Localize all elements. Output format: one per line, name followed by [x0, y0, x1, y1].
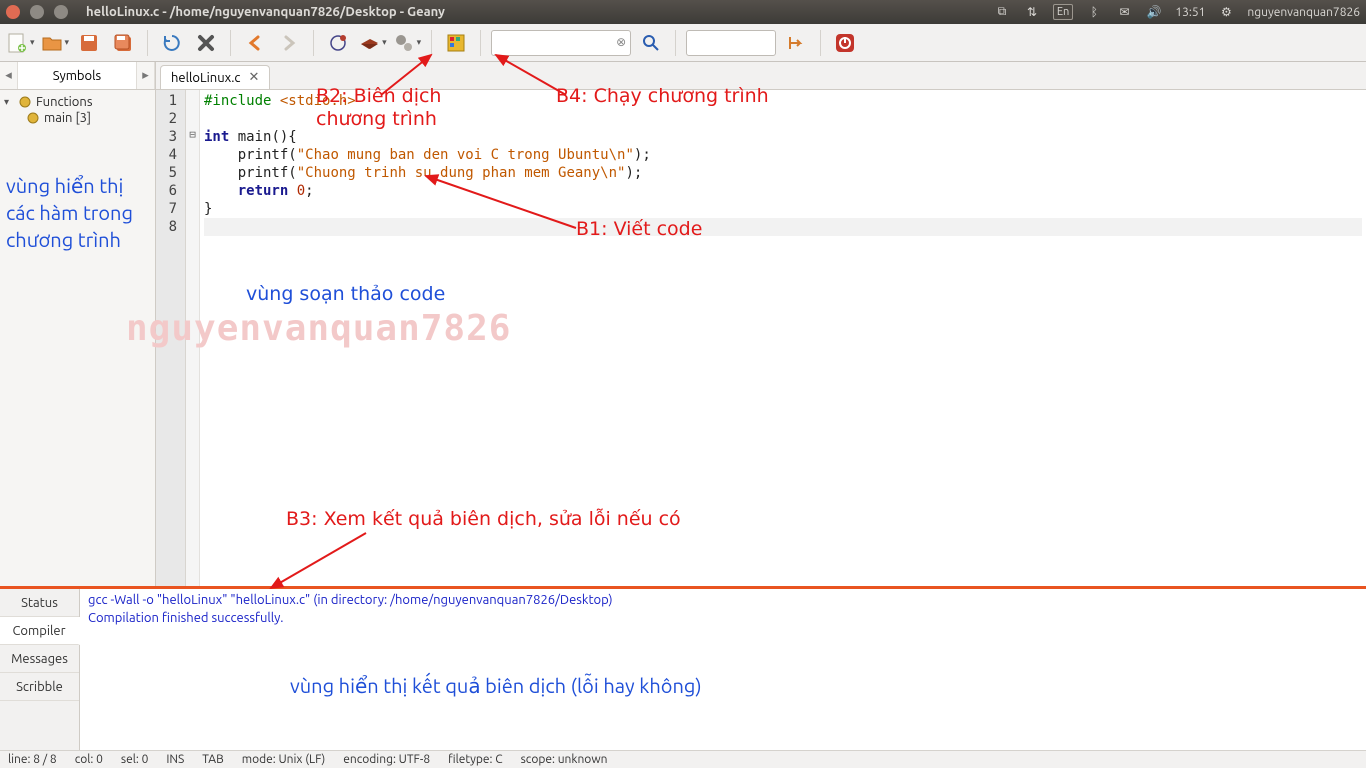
dropdown-caret-icon: ▾: [417, 37, 422, 48]
status-segment: TAB: [202, 753, 223, 766]
color-palette-icon: [446, 33, 466, 53]
dropdown-caret-icon: ▾: [30, 37, 35, 48]
lang-indicator[interactable]: En: [1053, 4, 1073, 20]
find-button[interactable]: [637, 29, 665, 57]
open-file-button[interactable]: ▾: [41, 29, 70, 57]
document-new-icon: [6, 32, 28, 54]
message-window: StatusCompilerMessagesScribble gcc -Wall…: [0, 586, 1366, 750]
annotation-compiler-area: vùng hiển thị kết quả biên dịch (lỗi hay…: [290, 674, 702, 698]
compile-icon: [327, 32, 349, 54]
search-icon: [641, 33, 661, 53]
window-minimize-button[interactable]: [30, 5, 44, 19]
gears-icon: [393, 32, 415, 54]
jump-to-icon: [786, 33, 806, 53]
search-field[interactable]: [498, 31, 610, 55]
user-indicator[interactable]: nguyenvanquan7826: [1247, 4, 1360, 20]
save-button[interactable]: [75, 29, 103, 57]
nav-back-button[interactable]: [241, 29, 269, 57]
status-segment: encoding: UTF-8: [343, 753, 430, 766]
editor-tab-label: helloLinux.c: [171, 71, 240, 85]
editor-area: helloLinux.c ✕ 12345678 ⊟ #include <stdi…: [156, 62, 1366, 586]
dropdown-caret-icon: ▾: [65, 37, 70, 48]
system-tray: ⧉ ⇅ En ᛒ ✉ 🔊 13:51 ⚙ nguyenvanquan7826: [993, 4, 1360, 20]
goto-line-input[interactable]: [686, 30, 776, 56]
gear-icon[interactable]: ⚙: [1217, 4, 1235, 20]
tree-node-label: Functions: [36, 95, 92, 109]
status-segment: INS: [166, 753, 184, 766]
save-all-button[interactable]: [109, 29, 137, 57]
function-icon: [26, 111, 40, 125]
bluetooth-icon[interactable]: ᛒ: [1085, 4, 1103, 20]
status-segment: col: 0: [75, 753, 103, 766]
compiler-output[interactable]: gcc -Wall -o "helloLinux" "helloLinux.c"…: [80, 589, 1366, 750]
sidebar-tab-next[interactable]: ▸: [137, 62, 155, 89]
compiler-line[interactable]: gcc -Wall -o "helloLinux" "helloLinux.c"…: [88, 593, 1358, 611]
sidebar-tab-prev[interactable]: ◂: [0, 62, 18, 89]
power-icon: [834, 32, 856, 54]
dropdown-caret-icon: ▾: [382, 37, 387, 48]
tree-node-functions[interactable]: ▾ Functions: [2, 94, 153, 110]
status-segment: mode: Unix (LF): [242, 753, 326, 766]
message-tab-compiler[interactable]: Compiler: [0, 617, 80, 645]
clock[interactable]: 13:51: [1175, 4, 1205, 20]
goto-field[interactable]: [693, 31, 755, 55]
close-file-button[interactable]: [192, 29, 220, 57]
status-segment: line: 8 / 8: [8, 753, 57, 766]
status-segment: sel: 0: [121, 753, 148, 766]
expand-icon[interactable]: ▾: [4, 96, 14, 108]
tab-symbols[interactable]: Symbols: [18, 62, 137, 89]
watermark: nguyenvanquan7826: [126, 320, 511, 338]
message-tab-scribble[interactable]: Scribble: [0, 673, 79, 701]
window-maximize-button[interactable]: [54, 5, 68, 19]
editor-tab[interactable]: helloLinux.c ✕: [160, 65, 270, 89]
close-icon: [196, 33, 216, 53]
volume-icon[interactable]: 🔊: [1145, 4, 1163, 20]
nav-forward-button[interactable]: [275, 29, 303, 57]
tree-node-main[interactable]: main [3]: [24, 110, 153, 126]
clear-search-icon[interactable]: ⊗: [616, 35, 626, 49]
folder-open-icon: [41, 32, 63, 54]
search-input[interactable]: ⊗: [491, 30, 631, 56]
message-tab-status[interactable]: Status: [0, 589, 79, 617]
chevron-right-icon: [280, 34, 298, 52]
tab-close-icon[interactable]: ✕: [248, 70, 259, 85]
status-segment: scope: unknown: [521, 753, 608, 766]
main-area: ◂ Symbols ▸ ▾ Functions main [3] vùn: [0, 62, 1366, 586]
network-icon[interactable]: ⇅: [1023, 4, 1041, 20]
window-titlebar: helloLinux.c - /home/nguyenvanquan7826/D…: [0, 0, 1366, 24]
color-chooser-button[interactable]: [442, 29, 470, 57]
save-icon: [79, 33, 99, 53]
execute-button[interactable]: ▾: [393, 29, 422, 57]
mail-icon[interactable]: ✉: [1115, 4, 1133, 20]
dropbox-icon[interactable]: ⧉: [993, 4, 1011, 20]
message-tabs: StatusCompilerMessagesScribble: [0, 589, 80, 750]
editor-tabs: helloLinux.c ✕: [156, 62, 1366, 90]
compiler-line[interactable]: Compilation finished successfully.: [88, 611, 1358, 629]
reload-icon: [162, 33, 182, 53]
sidebar-tabs: ◂ Symbols ▸: [0, 62, 155, 90]
compile-button[interactable]: [324, 29, 352, 57]
save-all-icon: [113, 33, 133, 53]
status-bar: line: 8 / 8 col: 0 sel: 0 INS TAB mode: Unix …: [0, 750, 1366, 768]
build-button[interactable]: ▾: [358, 29, 387, 57]
reload-button[interactable]: [158, 29, 186, 57]
chevron-left-icon: [246, 34, 264, 52]
goto-button[interactable]: [782, 29, 810, 57]
message-tab-messages[interactable]: Messages: [0, 645, 79, 673]
sidebar-annotation: vùng hiển thị các hàm trong chương trình: [2, 168, 153, 257]
status-segment: filetype: C: [448, 753, 502, 766]
main-toolbar: ▾ ▾ ▾ ▾ ⊗: [0, 24, 1366, 62]
function-group-icon: [18, 95, 32, 109]
quit-button[interactable]: [831, 29, 859, 57]
window-close-button[interactable]: [6, 5, 20, 19]
new-file-button[interactable]: ▾: [6, 29, 35, 57]
brick-icon: [358, 32, 380, 54]
window-title: helloLinux.c - /home/nguyenvanquan7826/D…: [86, 5, 445, 19]
tree-leaf-label: main [3]: [44, 111, 91, 125]
code-editor[interactable]: 12345678 ⊟ #include <stdio.h>int main(){…: [156, 90, 1366, 586]
